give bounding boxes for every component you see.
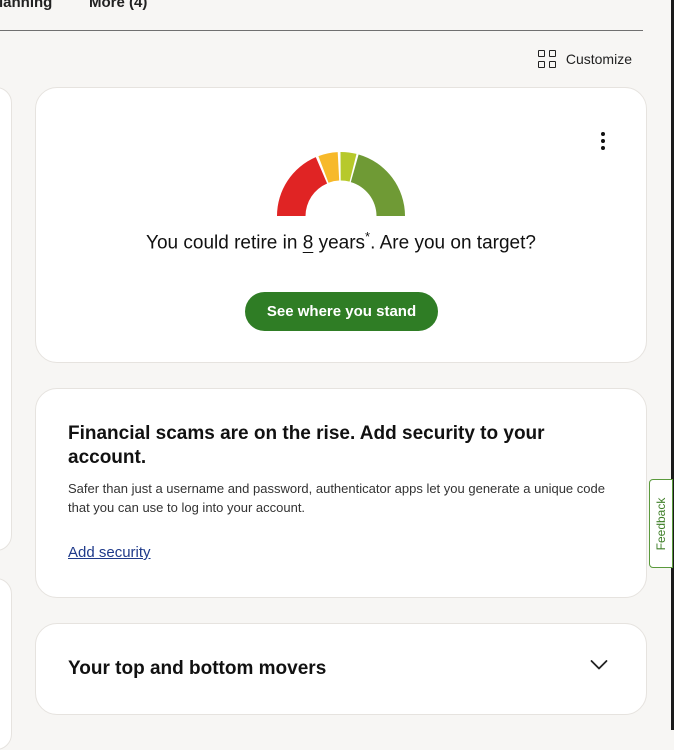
retirement-years: 8 (302, 232, 314, 254)
customize-label: Customize (565, 51, 632, 67)
customize-button[interactable]: Customize (537, 50, 632, 68)
feedback-label: Feedback (654, 497, 668, 550)
retirement-gauge (276, 151, 405, 216)
more-options-icon[interactable] (600, 132, 606, 150)
retirement-card: You could retire in 8 years*. Are you on… (35, 87, 647, 363)
nav-tab-more[interactable]: More (4) (89, 0, 147, 11)
left-column-card (0, 87, 12, 551)
movers-card[interactable]: Your top and bottom movers (35, 623, 647, 715)
gauge-segment-green (350, 154, 405, 216)
gauge-segment-red (276, 157, 328, 216)
nav-tab-planning[interactable]: Planning (0, 0, 52, 11)
feedback-tab[interactable]: Feedback (649, 479, 673, 568)
security-card: Financial scams are on the rise. Add sec… (35, 388, 647, 598)
left-column-card (0, 578, 12, 750)
security-title: Financial scams are on the rise. Add sec… (68, 423, 545, 468)
grid-icon (537, 50, 556, 68)
see-where-you-stand-button[interactable]: See where you stand (245, 292, 438, 331)
add-security-link[interactable]: Add security (68, 544, 151, 561)
top-navigation: Planning More (4) (0, 0, 643, 31)
movers-title: Your top and bottom movers (68, 658, 327, 679)
chevron-down-icon[interactable] (590, 659, 608, 671)
retirement-estimate-text: You could retire in 8 years*. Are you on… (146, 229, 536, 254)
security-description: Safer than just a username and password,… (68, 481, 605, 515)
